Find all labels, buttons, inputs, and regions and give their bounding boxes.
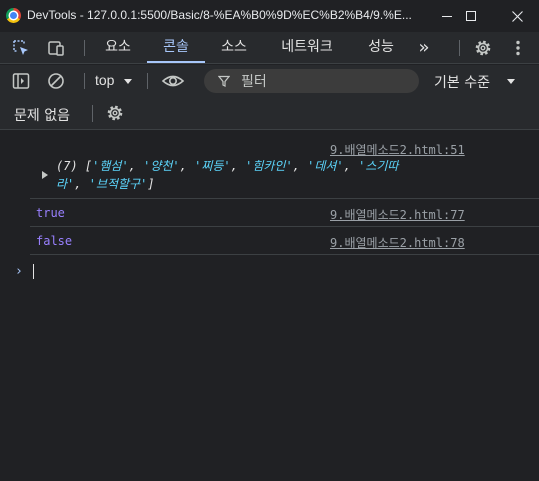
console-output[interactable]: 9.배열메소드2.html:51 (7) ['햄섬', '양천', '찌등', …: [0, 131, 539, 481]
issues-bar: 문제 없음: [0, 97, 539, 130]
expand-arrow-icon[interactable]: [42, 171, 48, 179]
chevron-down-icon: [124, 79, 132, 84]
toolbar-divider: [147, 73, 148, 89]
console-settings-gear-icon[interactable]: [105, 103, 125, 123]
console-toolbar: top 필터 기본 수준: [0, 65, 539, 97]
sidebar-toggle-icon[interactable]: [11, 71, 31, 91]
log-value-true: true: [36, 206, 65, 220]
array-item: '찌등': [194, 159, 231, 173]
source-link[interactable]: 9.배열메소드2.html:78: [330, 234, 465, 251]
array-item: '힘카인': [245, 159, 293, 173]
array-item: '양천': [143, 159, 180, 173]
toolbar-divider: [92, 105, 93, 122]
message-divider: [30, 254, 539, 255]
source-link[interactable]: 9.배열메소드2.html:77: [330, 206, 465, 223]
filter-placeholder: 필터: [241, 74, 267, 90]
filter-input[interactable]: 필터: [204, 69, 419, 93]
issues-status: 문제 없음: [14, 108, 70, 124]
live-expression-eye-icon[interactable]: [160, 71, 186, 91]
filter-icon: [218, 75, 230, 87]
window-title: DevTools - 127.0.0.1:5500/Basic/8-%EA%B0…: [27, 8, 412, 22]
maximize-icon: [466, 11, 476, 21]
panel-tabbar: 요소 콘솔 소스 네트워크 성능 »: [0, 32, 539, 64]
array-item: '데셔': [307, 159, 344, 173]
tab-console[interactable]: 콘솔: [147, 32, 205, 63]
toolbar-divider: [459, 40, 460, 56]
source-link[interactable]: 9.배열메소드2.html:51: [330, 141, 465, 158]
console-prompt-icon: ›: [15, 264, 23, 279]
console-input-cursor[interactable]: [33, 264, 34, 279]
window-titlebar: DevTools - 127.0.0.1:5500/Basic/8-%EA%B0…: [0, 0, 539, 32]
message-divider: [30, 226, 539, 227]
settings-gear-icon[interactable]: [473, 38, 493, 58]
toolbar-divider: [84, 40, 85, 56]
close-icon: [511, 10, 523, 22]
tab-sources[interactable]: 소스: [206, 32, 262, 63]
array-preview-line-2[interactable]: 라', '브적할구']: [56, 175, 155, 192]
message-divider: [30, 198, 539, 199]
context-selector[interactable]: top: [95, 72, 114, 90]
array-item: '햄섬': [92, 159, 129, 173]
close-button[interactable]: [494, 0, 539, 32]
more-tabs-button[interactable]: »: [410, 32, 438, 63]
array-count: (7): [56, 159, 85, 173]
maximize-button[interactable]: [448, 0, 494, 32]
array-item: '브적할구': [88, 177, 148, 191]
array-item: '스기따: [358, 159, 399, 173]
log-value-false: false: [36, 234, 73, 248]
clear-console-icon[interactable]: [46, 71, 66, 91]
device-toolbar-icon[interactable]: [46, 38, 66, 58]
more-options-icon[interactable]: [508, 38, 528, 58]
tab-network[interactable]: 네트워크: [263, 32, 351, 63]
tab-elements[interactable]: 요소: [90, 32, 146, 63]
log-levels-dropdown[interactable]: 기본 수준: [434, 72, 490, 92]
active-tab-indicator: [147, 61, 205, 63]
tab-performance[interactable]: 성능: [352, 32, 410, 63]
array-item: 라': [56, 177, 75, 191]
array-preview-line-1[interactable]: (7) ['햄섬', '양천', '찌등', '힘카인', '데셔', '스기따: [56, 157, 398, 174]
chrome-icon: [6, 8, 21, 23]
chevron-down-icon: [507, 79, 515, 84]
inspect-element-icon[interactable]: [11, 38, 31, 58]
toolbar-divider: [84, 73, 85, 89]
